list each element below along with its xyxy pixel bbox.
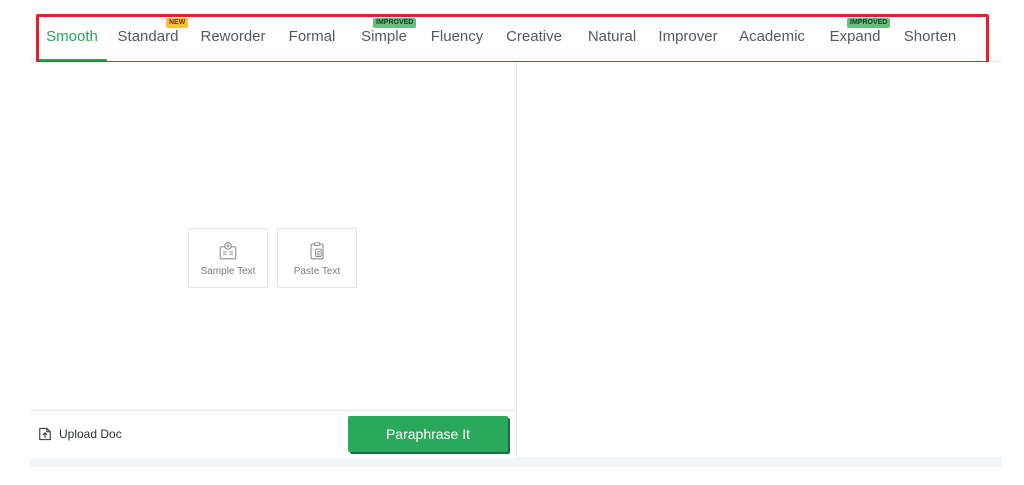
paste-text-button[interactable]: Paste Text: [277, 228, 357, 288]
output-panel: [517, 62, 1002, 457]
tab-creative[interactable]: Creative: [502, 12, 566, 61]
tab-academic[interactable]: Academic: [734, 12, 810, 61]
tab-label: Creative: [506, 28, 562, 45]
tab-label: Academic: [739, 28, 805, 45]
tab-label: Natural: [587, 28, 637, 45]
tab-fluency[interactable]: Fluency: [426, 12, 488, 61]
upload-doc-button[interactable]: Upload Doc: [36, 423, 122, 445]
tab-label: Fluency: [430, 28, 484, 45]
tab-natural[interactable]: Natural: [581, 12, 643, 61]
tab-smooth[interactable]: Smooth: [37, 12, 107, 62]
improved-badge: IMPROVED: [373, 18, 417, 28]
improved-badge: IMPROVED: [847, 18, 891, 28]
input-footer: Upload Doc Paraphrase It: [30, 410, 516, 458]
mode-tab-bar: Smooth Standard Reworder Formal Simple F…: [30, 12, 1002, 62]
sample-text-label: Sample Text: [200, 265, 256, 277]
tab-label: Expand: [829, 28, 881, 45]
tab-label: Simple: [361, 28, 407, 45]
paste-text-label: Paste Text: [293, 265, 341, 277]
clipboard-icon: [310, 241, 324, 259]
upload-icon: [39, 427, 51, 441]
tab-label: Shorten: [903, 28, 957, 45]
sample-text-button[interactable]: Sample Text: [188, 228, 268, 288]
tab-label: Standard: [117, 28, 179, 45]
tab-shorten[interactable]: Shorten: [899, 12, 961, 61]
tab-label: Improver: [658, 28, 718, 45]
tab-label: Reworder: [200, 28, 266, 45]
document-add-icon: [219, 241, 237, 259]
tab-reworder[interactable]: Reworder: [198, 12, 268, 61]
tab-formal[interactable]: Formal: [283, 12, 341, 61]
new-badge: NEW: [166, 18, 189, 28]
paraphrase-button[interactable]: Paraphrase It: [348, 416, 508, 452]
input-panel[interactable]: Sample Text Paste Text Upload Doc Paraph…: [30, 62, 517, 458]
tab-improver[interactable]: Improver: [654, 12, 722, 61]
tab-label: Smooth: [46, 28, 98, 45]
upload-doc-label: Upload Doc: [59, 427, 122, 441]
tab-label: Formal: [288, 28, 336, 45]
